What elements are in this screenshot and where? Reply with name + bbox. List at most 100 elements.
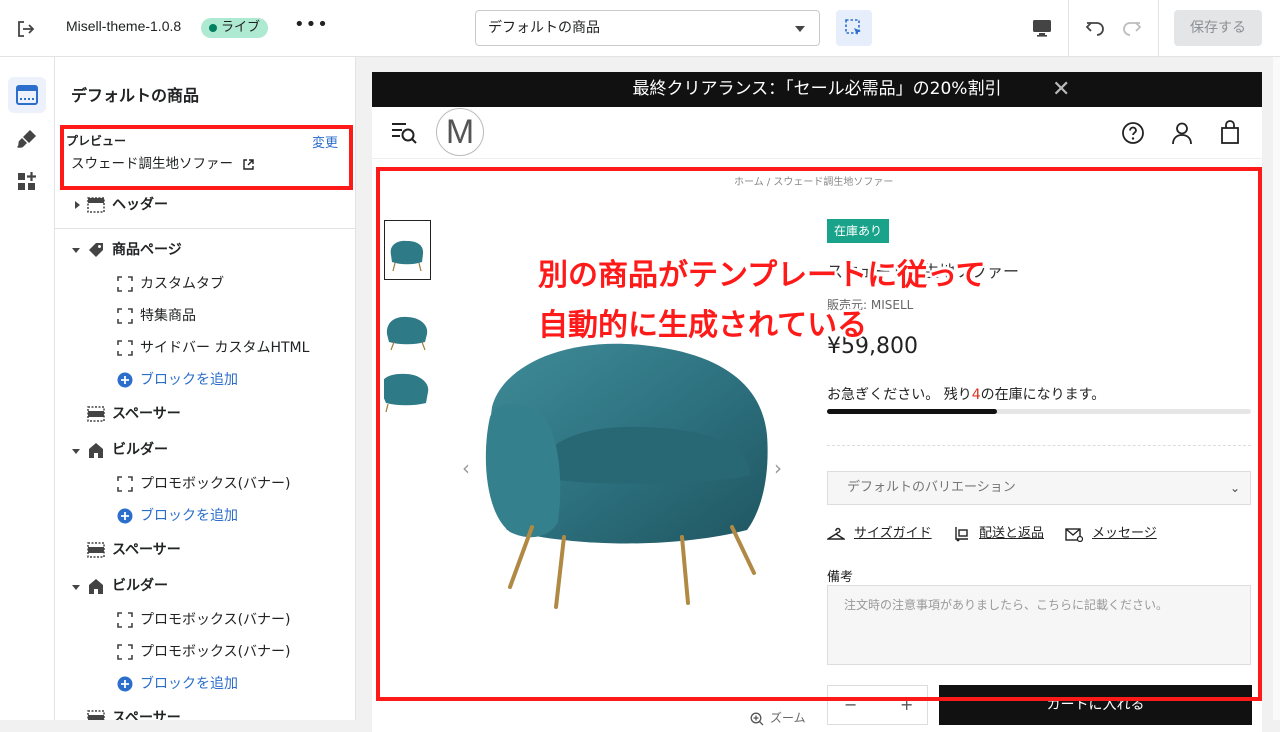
sidebar-item-promo-box[interactable]: プロモボックス(バナー): [117, 472, 291, 496]
sidebar-item-builder[interactable]: ビルダー: [87, 438, 168, 462]
sidebar-item-promo-box[interactable]: プロモボックス(バナー): [117, 608, 291, 632]
sidebar-item-custom-tab[interactable]: カスタムタブ: [117, 272, 224, 296]
block-icon: [117, 476, 133, 492]
product-thumbnail[interactable]: [384, 220, 431, 280]
shipping-returns-link[interactable]: 配送と返品: [954, 522, 1044, 542]
template-select[interactable]: デフォルトの商品: [475, 10, 820, 46]
inspector-button[interactable]: [836, 10, 872, 46]
topbar-divider: [1158, 0, 1159, 57]
message-link[interactable]: メッセージ: [1065, 522, 1157, 542]
sidebar-item-featured-product[interactable]: 特集商品: [117, 304, 196, 328]
stock-progress-fill: [827, 409, 997, 414]
sidebar-item-spacer[interactable]: スペーサー: [87, 538, 181, 562]
product-thumbnail[interactable]: [384, 298, 431, 358]
zoom-button[interactable]: ズーム: [750, 709, 806, 726]
chevron-down-icon: ⌄: [1229, 481, 1240, 495]
sidebar-item-label: サイドバー カスタムHTML: [140, 340, 310, 356]
product-thumbnail[interactable]: [380, 359, 431, 419]
tag-icon: [89, 243, 103, 257]
app-embeds-icon[interactable]: [8, 164, 46, 200]
live-badge: ライブ: [201, 18, 269, 38]
preview-product-link[interactable]: スウェード調生地ソファー: [71, 152, 254, 172]
sidebar-item-promo-box[interactable]: プロモボックス(バナー): [117, 640, 291, 664]
account-icon[interactable]: [1169, 120, 1195, 146]
theme-name: Misell-theme-1.0.8: [66, 18, 182, 34]
annotation-text-line2: 自動的に生成されている: [538, 308, 868, 343]
add-to-cart-button[interactable]: カートに入れる: [939, 685, 1252, 725]
stock-message-prefix: お急ぎください。 残り: [827, 387, 972, 403]
sidebar-item-label: プロモボックス(バナー): [140, 612, 291, 628]
delivery-icon: [955, 526, 968, 541]
exit-icon[interactable]: [14, 17, 38, 41]
qty-minus-button[interactable]: −: [844, 686, 857, 724]
external-link-icon: [243, 158, 254, 170]
quantity-stepper[interactable]: − +: [827, 685, 928, 725]
plus-circle-icon: [117, 372, 133, 388]
sidebar-divider: [55, 228, 355, 229]
block-icon: [117, 276, 133, 292]
sidebar-item-spacer[interactable]: スペーサー: [87, 402, 181, 426]
sidebar-item-label: 商品ページ: [112, 242, 182, 258]
block-icon: [117, 308, 133, 324]
chevron-down-icon[interactable]: [72, 248, 80, 253]
save-button[interactable]: 保存する: [1174, 10, 1262, 46]
add-block-button[interactable]: ブロックを追加: [117, 504, 238, 528]
sidebar-item-label: ビルダー: [112, 578, 168, 594]
stock-message: お急ぎください。 残り4の在庫になります。: [827, 384, 1105, 404]
sidebar-item-builder[interactable]: ビルダー: [87, 574, 168, 598]
annotation-text-line1: 別の商品がテンプレートに従って: [538, 258, 986, 293]
chevron-left-icon[interactable]: ‹: [462, 456, 470, 480]
sidebar-item-label: プロモボックス(バナー): [140, 476, 291, 492]
template-select-value: デフォルトの商品: [488, 20, 600, 36]
chevron-down-icon: [795, 26, 805, 32]
breadcrumb[interactable]: ホーム / スウェード調生地ソファー: [734, 173, 893, 188]
sidebar-item-sidebar-html[interactable]: サイドバー カスタムHTML: [117, 336, 309, 360]
sidebar-item-label: ヘッダー: [112, 197, 168, 213]
preview-scrollbar[interactable]: [1273, 57, 1280, 720]
plus-circle-icon: [117, 508, 133, 524]
stock-count: 4: [971, 387, 981, 403]
note-label: 備考: [827, 570, 854, 585]
theme-settings-icon[interactable]: [8, 121, 46, 157]
cart-bag-icon[interactable]: [1217, 120, 1243, 146]
cursor-select-icon: [845, 19, 861, 35]
desktop-view-icon[interactable]: [1030, 16, 1054, 40]
preview-product-name: スウェード調生地ソファー: [71, 156, 233, 172]
help-icon[interactable]: [1120, 120, 1146, 146]
preview-change-link[interactable]: 変更: [312, 132, 338, 151]
store-page: 最終クリアランス：「セール必需品」の20%割引 ✕ M ホーム / スウェード調…: [372, 72, 1262, 732]
more-actions-button[interactable]: •••: [294, 14, 329, 35]
store-logo[interactable]: M: [436, 108, 484, 156]
sidebar-item-product-page[interactable]: 商品ページ: [87, 238, 182, 262]
in-stock-badge: 在庫あり: [827, 219, 890, 243]
sidebar-item-header[interactable]: ヘッダー: [87, 193, 168, 217]
variant-select[interactable]: デフォルトのバリエーション ⌄: [827, 471, 1251, 505]
chevron-down-icon[interactable]: [72, 585, 80, 590]
sidebar-item-label: スペーサー: [112, 542, 181, 558]
size-guide-link[interactable]: サイズガイド: [827, 522, 932, 541]
redo-icon[interactable]: [1120, 16, 1144, 40]
sidebar-item-label: ビルダー: [112, 442, 168, 458]
divider: [827, 445, 1251, 446]
store-header: M: [372, 107, 1262, 159]
announcement-text: 最終クリアランス：「セール必需品」の20%割引: [632, 79, 1002, 99]
menu-search-icon[interactable]: [390, 120, 418, 146]
chevron-right-icon[interactable]: [75, 201, 80, 209]
close-icon[interactable]: ✕: [1052, 72, 1070, 107]
undo-icon[interactable]: [1083, 16, 1107, 40]
chevron-right-icon[interactable]: ›: [774, 456, 782, 480]
qty-plus-button[interactable]: +: [900, 686, 913, 724]
sidebar-item-label: 特集商品: [140, 308, 196, 324]
sidebar-item-label: スペーサー: [112, 406, 181, 422]
variant-select-value: デフォルトのバリエーション: [847, 480, 1016, 495]
sections-icon[interactable]: [8, 77, 46, 113]
sidebar-item-spacer[interactable]: スペーサー: [87, 706, 181, 720]
chevron-down-icon[interactable]: [72, 449, 80, 454]
add-block-button[interactable]: ブロックを追加: [117, 672, 238, 696]
message-label: メッセージ: [1092, 526, 1157, 541]
topbar-divider: [1068, 0, 1069, 57]
block-icon: [117, 612, 133, 628]
product-main-image[interactable]: [472, 327, 792, 617]
note-textarea[interactable]: 注文時の注意事項がありましたら、こちらに記載ください。: [827, 585, 1251, 665]
add-block-button[interactable]: ブロックを追加: [117, 368, 238, 392]
